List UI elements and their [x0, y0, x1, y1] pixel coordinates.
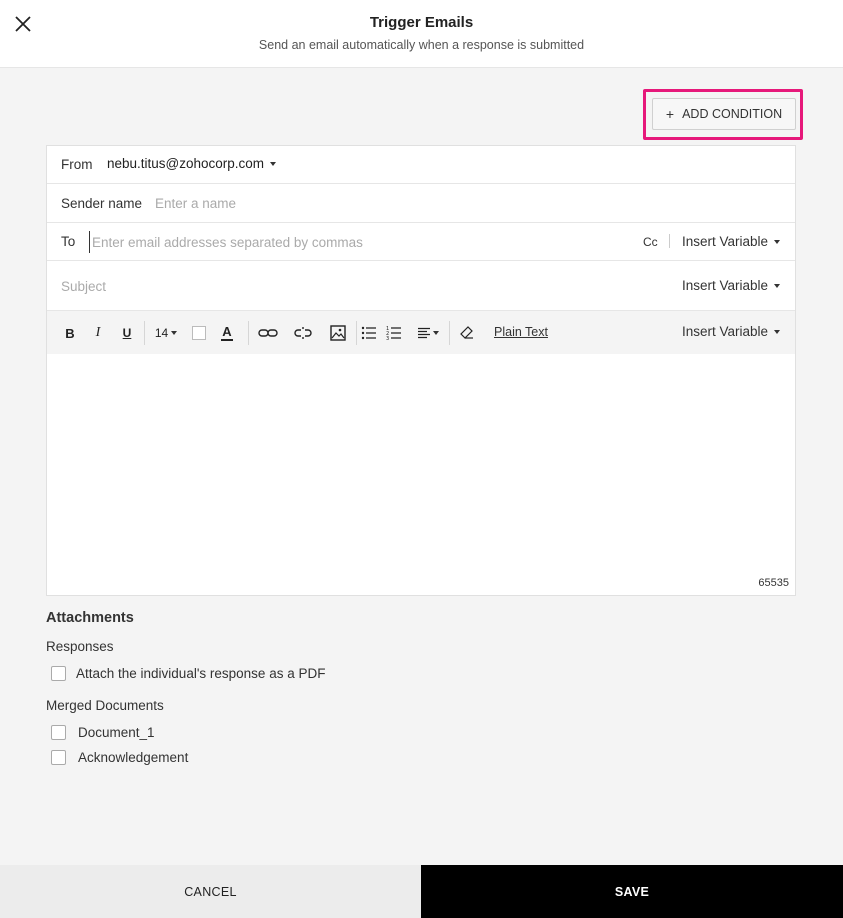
svg-text:3: 3 [386, 336, 389, 342]
divider [669, 234, 670, 248]
divider [144, 321, 145, 345]
bold-icon[interactable]: B [63, 324, 77, 342]
font-size-dropdown[interactable]: 14 [153, 324, 179, 342]
insert-variable-label: Insert Variable [682, 324, 769, 339]
image-icon[interactable] [327, 324, 349, 342]
email-body-editor[interactable]: 65535 [47, 354, 795, 595]
attachments-heading: Attachments [46, 610, 134, 626]
char-count: 65535 [758, 577, 789, 589]
editor-toolbar: B I U 14 A 1 2 3 Plain Text Insert Varia… [47, 311, 795, 354]
cancel-button[interactable]: CANCEL [0, 865, 421, 918]
checkbox[interactable] [51, 749, 66, 765]
text-color-icon[interactable]: A [219, 324, 235, 342]
subject-insert-variable-dropdown[interactable]: Insert Variable [682, 278, 781, 293]
dialog-footer: CANCEL SAVE [0, 865, 843, 918]
align-icon [417, 327, 430, 339]
checkbox-label: Acknowledgement [78, 749, 189, 765]
chevron-down-icon [774, 330, 781, 335]
chevron-down-icon [774, 240, 781, 245]
responses-label: Responses [46, 639, 114, 654]
background-color-icon[interactable] [191, 324, 207, 342]
to-input[interactable] [89, 231, 589, 253]
attach-pdf-checkbox-row[interactable]: Attach the individual's response as a PD… [51, 664, 325, 682]
plain-text-link[interactable]: Plain Text [494, 325, 548, 339]
save-button[interactable]: SAVE [421, 865, 843, 918]
chevron-down-icon [171, 331, 178, 335]
divider [248, 321, 249, 345]
font-size-value: 14 [154, 326, 169, 340]
chevron-down-icon [774, 284, 781, 289]
checkbox[interactable] [51, 724, 66, 740]
plus-icon: + [665, 106, 675, 122]
from-value: nebu.titus@zohocorp.com [107, 156, 265, 171]
subject-input[interactable] [61, 275, 561, 297]
to-row: To Cc Insert Variable [47, 223, 795, 261]
sender-name-input[interactable] [155, 192, 555, 214]
align-dropdown[interactable] [415, 324, 441, 342]
italic-icon[interactable]: I [91, 324, 105, 342]
checkbox-label: Document_1 [78, 724, 155, 740]
insert-variable-label: Insert Variable [682, 234, 769, 249]
email-composer: From nebu.titus@zohocorp.com Sender name… [46, 145, 796, 596]
page-subtitle: Send an email automatically when a respo… [258, 38, 585, 52]
divider [356, 321, 357, 345]
from-row: From nebu.titus@zohocorp.com [47, 146, 795, 184]
checkbox[interactable] [51, 665, 66, 681]
sender-name-row: Sender name [47, 184, 795, 223]
from-select[interactable]: nebu.titus@zohocorp.com [107, 156, 277, 171]
page-title: Trigger Emails [369, 14, 474, 31]
divider [449, 321, 450, 345]
cc-button[interactable]: Cc [643, 235, 658, 249]
to-insert-variable-dropdown[interactable]: Insert Variable [682, 234, 781, 249]
unlink-icon[interactable] [292, 324, 314, 342]
dialog-header: Trigger Emails Send an email automatical… [0, 0, 843, 68]
subject-row: Insert Variable [47, 261, 795, 311]
checkbox-label: Attach the individual's response as a PD… [76, 665, 326, 681]
sender-name-label: Sender name [61, 196, 143, 211]
insert-variable-label: Insert Variable [682, 278, 769, 293]
bulleted-list-icon[interactable] [361, 324, 377, 342]
link-icon[interactable] [257, 324, 279, 342]
body-insert-variable-dropdown[interactable]: Insert Variable [682, 324, 781, 339]
chevron-down-icon [432, 331, 439, 335]
add-condition-label: ADD CONDITION [682, 107, 783, 121]
clear-format-icon[interactable] [459, 324, 475, 342]
document-1-checkbox-row[interactable]: Document_1 [51, 723, 155, 741]
to-label: To [61, 234, 76, 249]
merged-documents-label: Merged Documents [46, 698, 164, 713]
chevron-down-icon [270, 162, 277, 167]
numbered-list-icon[interactable]: 1 2 3 [386, 324, 402, 342]
add-condition-button[interactable]: + ADD CONDITION [652, 98, 796, 130]
underline-icon[interactable]: U [120, 324, 134, 342]
acknowledgement-checkbox-row[interactable]: Acknowledgement [51, 748, 188, 766]
from-label: From [61, 157, 93, 172]
